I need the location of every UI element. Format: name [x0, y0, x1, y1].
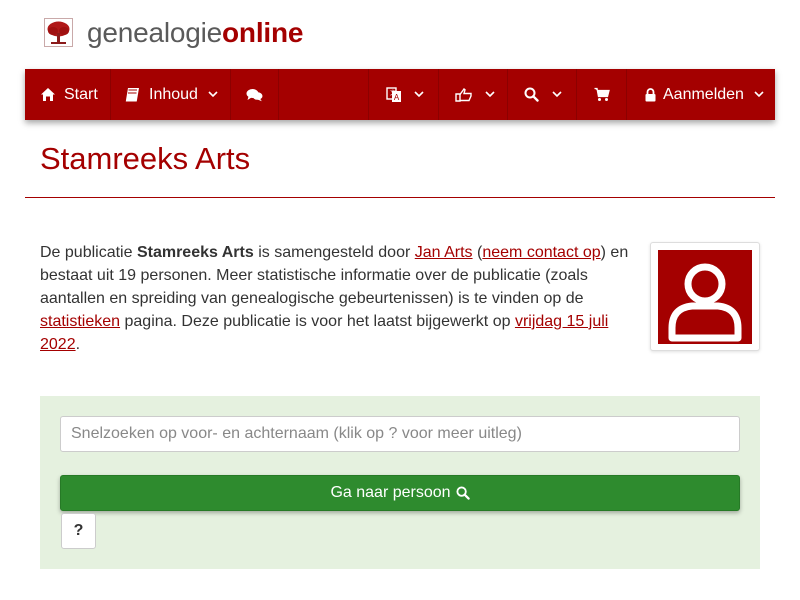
quick-search-input[interactable] — [60, 416, 740, 452]
intro-text: pagina. Deze publicatie is voor het laat… — [120, 313, 515, 330]
home-icon — [40, 86, 56, 104]
chevron-down-icon — [754, 91, 764, 98]
nav-inhoud-label: Inhoud — [149, 85, 198, 103]
title-divider — [25, 197, 775, 198]
user-icon — [658, 249, 752, 344]
nav-share[interactable] — [439, 69, 508, 120]
nav-cart[interactable] — [577, 69, 627, 120]
contact-link[interactable]: neem contact op — [482, 244, 600, 261]
publication-intro: De publicatie Stamreeks Arts is samenges… — [40, 241, 638, 356]
main-navbar: Start Inhoud A文 Aanmelden — [25, 69, 775, 120]
share-icon — [455, 86, 473, 104]
intro-text: . — [75, 336, 81, 353]
nav-start-label: Start — [64, 85, 98, 103]
cart-icon — [593, 86, 611, 104]
nav-comments[interactable] — [231, 69, 279, 120]
go-to-person-button[interactable]: Ga naar persoon — [60, 475, 740, 511]
intro-text: ( — [472, 244, 483, 261]
nav-spacer — [279, 69, 369, 120]
logo-text-part2: online — [222, 16, 304, 48]
comments-icon — [246, 86, 264, 104]
chevron-down-icon — [485, 91, 495, 98]
intro-text: De publicatie — [40, 244, 137, 261]
nav-login[interactable]: Aanmelden — [627, 69, 775, 120]
chevron-down-icon — [208, 91, 218, 98]
nav-search[interactable] — [508, 69, 577, 120]
nav-language[interactable]: A文 — [369, 69, 439, 120]
chevron-down-icon — [414, 91, 424, 98]
search-icon — [455, 486, 470, 500]
author-link[interactable]: Jan Arts — [415, 244, 473, 261]
language-icon: A文 — [385, 86, 402, 104]
nav-start[interactable]: Start — [25, 69, 111, 120]
search-help-button[interactable]: ? — [61, 513, 96, 549]
chevron-down-icon — [552, 91, 562, 98]
nav-inhoud[interactable]: Inhoud — [111, 69, 231, 120]
quick-search-panel: Ga naar persoon ? — [40, 396, 760, 569]
statistics-link[interactable]: statistieken — [40, 313, 120, 330]
site-logo[interactable]: genealogieonline — [44, 18, 303, 47]
go-to-person-label: Ga naar persoon — [330, 484, 451, 501]
author-avatar — [650, 242, 760, 351]
page-title: Stamreeks Arts — [40, 141, 251, 176]
intro-text: is samengesteld door — [253, 244, 415, 261]
logo-text-part1: genealogie — [87, 16, 223, 48]
search-icon — [523, 86, 540, 104]
lock-icon — [645, 86, 656, 104]
nav-login-label: Aanmelden — [663, 85, 744, 103]
publication-name: Stamreeks Arts — [136, 244, 254, 261]
book-icon — [125, 86, 141, 104]
svg-text:文: 文 — [390, 89, 396, 97]
tree-icon — [44, 18, 73, 47]
logo-text: genealogieonline — [87, 16, 304, 48]
